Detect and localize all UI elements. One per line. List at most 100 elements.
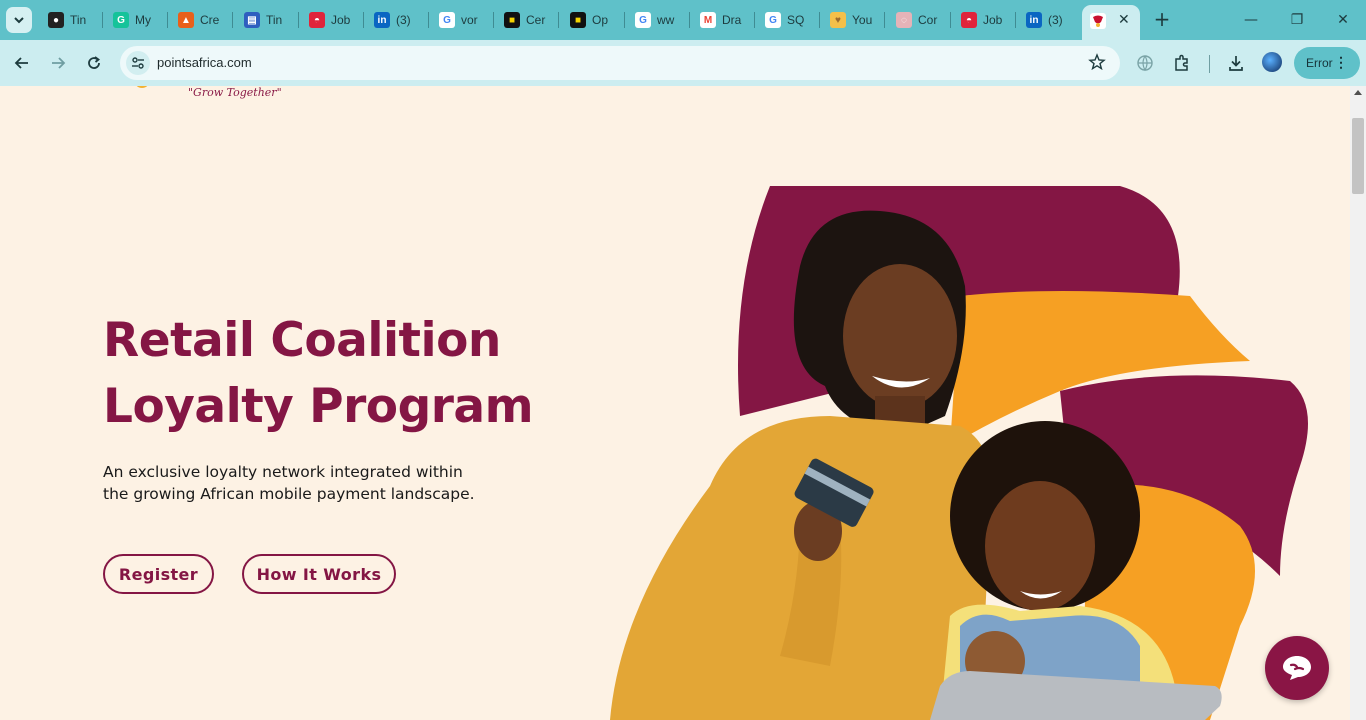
tab-title: vor xyxy=(461,13,478,27)
tab-title: ww xyxy=(657,13,675,27)
webpage: "Grow Together" Retail Coalition Loyalty… xyxy=(0,86,1350,720)
tab-title: Dra xyxy=(722,13,742,27)
tab-separator xyxy=(819,12,820,28)
close-tab-icon[interactable]: ✕ xyxy=(1118,12,1130,28)
more-menu-icon[interactable]: ⋮ xyxy=(1334,54,1348,71)
tab-7[interactable]: Gvor xyxy=(431,8,491,32)
tab-13[interactable]: ♥ You xyxy=(822,8,882,32)
job-board-icon: ◓ xyxy=(309,12,325,28)
tab-5[interactable]: ◓ Job xyxy=(301,8,361,32)
chat-bubble-icon xyxy=(1283,656,1311,680)
tab-4[interactable]: ▤ Tin xyxy=(236,8,296,32)
tune-icon xyxy=(132,57,144,69)
minimize-button[interactable]: — xyxy=(1228,8,1274,32)
puzzle-icon xyxy=(1175,54,1188,71)
downloads-button[interactable] xyxy=(1224,51,1248,75)
tab-10[interactable]: Gww xyxy=(627,8,687,32)
tab-separator xyxy=(689,12,690,28)
download-icon xyxy=(1229,56,1243,71)
close-window-button[interactable]: ✕ xyxy=(1320,8,1366,32)
tab-6[interactable]: in (3) xyxy=(366,8,426,32)
bookmark-star-icon[interactable] xyxy=(1088,53,1106,71)
tab-title: (3) xyxy=(396,13,411,27)
logo-mark[interactable] xyxy=(134,86,150,88)
black-square-icon: ■ xyxy=(504,12,520,28)
translate-button[interactable] xyxy=(1133,51,1157,75)
tab-separator xyxy=(428,12,429,28)
address-bar[interactable]: pointsafrica.com xyxy=(120,46,1120,80)
tab-12[interactable]: G SQ xyxy=(757,8,817,32)
tab-3[interactable]: ▲ Cre xyxy=(170,8,230,32)
arrow-left-icon xyxy=(14,57,28,69)
tab-separator xyxy=(363,12,364,28)
tab-16[interactable]: in (3) xyxy=(1018,8,1078,32)
forward-button[interactable] xyxy=(46,51,70,75)
restore-button[interactable]: ❐ xyxy=(1274,8,1320,32)
tab-2[interactable]: G My xyxy=(105,8,165,32)
tab-9[interactable]: ■ Op xyxy=(562,8,622,32)
hero-title-line-1: Retail Coalition xyxy=(103,313,501,368)
reload-icon xyxy=(88,56,100,69)
tab-title: My xyxy=(135,13,151,27)
tab-search-button[interactable] xyxy=(6,7,32,33)
loading-icon: ◌ xyxy=(896,12,912,28)
site-info-button[interactable] xyxy=(126,51,150,75)
register-button[interactable]: Register xyxy=(103,554,214,594)
how-it-works-button[interactable]: How It Works xyxy=(242,554,396,594)
scroll-up-icon[interactable] xyxy=(1354,90,1362,95)
tab-8[interactable]: ■ Cer xyxy=(496,8,556,32)
browser-toolbar: pointsafrica.com Error ⋮ xyxy=(0,40,1366,86)
error-label: Error xyxy=(1306,56,1333,70)
tab-title: Cor xyxy=(918,13,938,27)
tab-14[interactable]: ◌ Cor xyxy=(888,8,948,32)
back-button[interactable] xyxy=(10,51,34,75)
google-icon: G xyxy=(765,12,781,28)
globe-icon xyxy=(1137,55,1153,72)
tab-separator xyxy=(167,12,168,28)
tab-title: (3) xyxy=(1048,13,1063,27)
tab-title: You xyxy=(852,13,873,27)
scroll-thumb[interactable] xyxy=(1352,118,1364,194)
github-icon: ● xyxy=(48,12,64,28)
tab-active[interactable]: ✕ xyxy=(1082,5,1140,40)
arrow-right-icon xyxy=(52,57,66,69)
tab-title: SQ xyxy=(787,13,805,27)
black-square-icon: ■ xyxy=(570,12,586,28)
hero-description-line-2: the growing African mobile payment lands… xyxy=(103,485,475,503)
linkedin-icon: in xyxy=(1026,12,1042,28)
logo-tagline: "Grow Together" xyxy=(188,86,282,99)
tab-separator xyxy=(558,12,559,28)
tab-title: Cer xyxy=(526,13,546,27)
app-icon: ♥ xyxy=(830,12,846,28)
hero-title: Retail Coalition Loyalty Program xyxy=(103,308,534,440)
tab-title: Cre xyxy=(200,13,220,27)
tab-title: Tin xyxy=(70,13,87,27)
toolbar-divider xyxy=(1209,55,1210,73)
profile-avatar[interactable] xyxy=(1262,52,1282,72)
tab-separator xyxy=(754,12,755,28)
url-text[interactable]: pointsafrica.com xyxy=(157,55,252,70)
tab-1[interactable]: ● Tin xyxy=(40,8,100,32)
tab-separator xyxy=(493,12,494,28)
tab-title: Tin xyxy=(266,13,283,27)
reload-button[interactable] xyxy=(82,51,106,75)
tab-separator xyxy=(950,12,951,28)
extensions-button[interactable] xyxy=(1170,51,1194,75)
job-board-icon: ◓ xyxy=(961,12,977,28)
hero-description-line-1: An exclusive loyalty network integrated … xyxy=(103,463,463,481)
profile-error-chip[interactable]: Error ⋮ xyxy=(1294,47,1360,79)
tab-15[interactable]: ◓ Job xyxy=(953,8,1013,32)
daughter-face xyxy=(985,481,1095,611)
pointsafrica-favicon xyxy=(1090,13,1106,29)
chevron-down-icon xyxy=(14,17,24,24)
tab-separator xyxy=(884,12,885,28)
tab-separator xyxy=(298,12,299,28)
google-icon: G xyxy=(439,12,455,28)
chat-widget-button[interactable] xyxy=(1265,636,1329,700)
tab-title: Job xyxy=(331,13,351,27)
tab-11[interactable]: M Dra xyxy=(692,8,752,32)
page-scrollbar[interactable] xyxy=(1350,86,1366,720)
new-tab-button[interactable]: + xyxy=(1151,8,1173,30)
tab-separator xyxy=(1015,12,1016,28)
flame-icon: ▲ xyxy=(178,12,194,28)
